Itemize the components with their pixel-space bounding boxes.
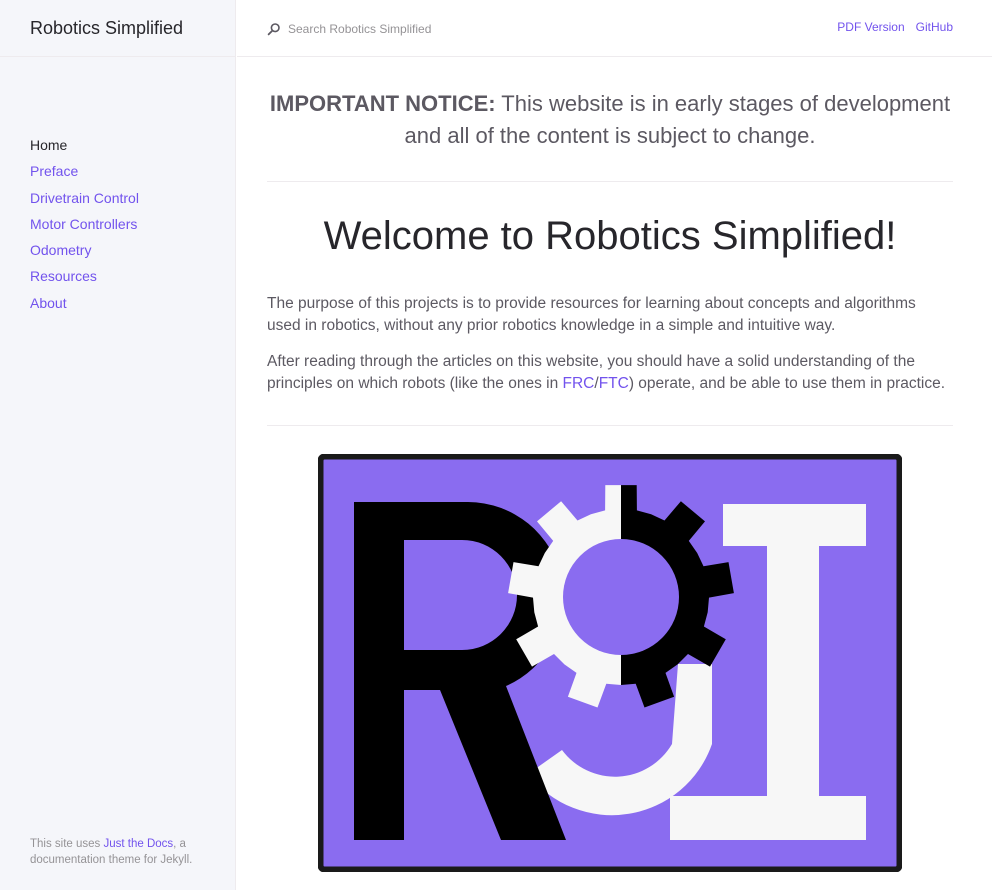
sidebar-footer: This site uses Just the Docs, a document… xyxy=(30,836,220,868)
nav-item-resources: Resources xyxy=(30,263,235,289)
site-header: Robotics Simplified xyxy=(0,0,235,57)
github-link[interactable]: GitHub xyxy=(916,20,953,34)
nav-item-home: Home xyxy=(30,132,235,158)
logo-i-bottom-serif xyxy=(670,796,866,840)
main: PDF Version GitHub IMPORTANT NOTICE: Thi… xyxy=(237,0,992,890)
aux-nav: PDF Version GitHub xyxy=(837,20,953,34)
search-icon xyxy=(267,22,281,36)
important-notice: IMPORTANT NOTICE: This website is in ear… xyxy=(267,57,953,182)
nav-link-about[interactable]: About xyxy=(30,295,67,311)
page-title: Welcome to Robotics Simplified! xyxy=(323,214,897,258)
pdf-version-link[interactable]: PDF Version xyxy=(837,20,904,34)
logo-graphic xyxy=(317,453,903,873)
site-title-link[interactable]: Robotics Simplified xyxy=(30,18,183,39)
frc-link[interactable]: FRC xyxy=(563,375,595,392)
divider xyxy=(267,425,953,426)
sidebar: Robotics Simplified Home Preface Drivetr… xyxy=(0,0,236,890)
footer-theme-link[interactable]: Just the Docs xyxy=(104,838,174,850)
robotics-simplified-logo xyxy=(317,453,903,873)
nav-item-motor-controllers: Motor Controllers xyxy=(30,211,235,237)
nav-list: Home Preface Drivetrain Control Motor Co… xyxy=(0,132,235,316)
nav-link-motor-controllers[interactable]: Motor Controllers xyxy=(30,216,137,232)
nav-link-resources[interactable]: Resources xyxy=(30,268,97,284)
search-input[interactable] xyxy=(288,22,588,36)
nav-item-drivetrain-control: Drivetrain Control xyxy=(30,185,235,211)
nav-item-preface: Preface xyxy=(30,158,235,184)
ftc-link[interactable]: FTC xyxy=(599,375,629,392)
nav-item-about: About xyxy=(30,290,235,316)
logo-i-stem xyxy=(767,504,819,840)
intro-paragraph: The purpose of this projects is to provi… xyxy=(267,295,916,334)
search xyxy=(267,22,588,36)
logo-gear-hole xyxy=(563,539,679,655)
nav-link-preface[interactable]: Preface xyxy=(30,163,78,179)
notice-label: IMPORTANT NOTICE: xyxy=(269,91,496,116)
nav-link-odometry[interactable]: Odometry xyxy=(30,242,91,258)
outcome-paragraph: After reading through the articles on th… xyxy=(267,351,953,395)
content: IMPORTANT NOTICE: This website is in ear… xyxy=(267,57,953,873)
nav-item-odometry: Odometry xyxy=(30,237,235,263)
outcome-text-after: ) operate, and be able to use them in pr… xyxy=(628,375,946,392)
main-header: PDF Version GitHub xyxy=(237,0,992,57)
nav-link-drivetrain-control[interactable]: Drivetrain Control xyxy=(30,190,139,206)
nav-link-home[interactable]: Home xyxy=(30,137,67,153)
footer-prefix: This site uses xyxy=(30,838,104,850)
